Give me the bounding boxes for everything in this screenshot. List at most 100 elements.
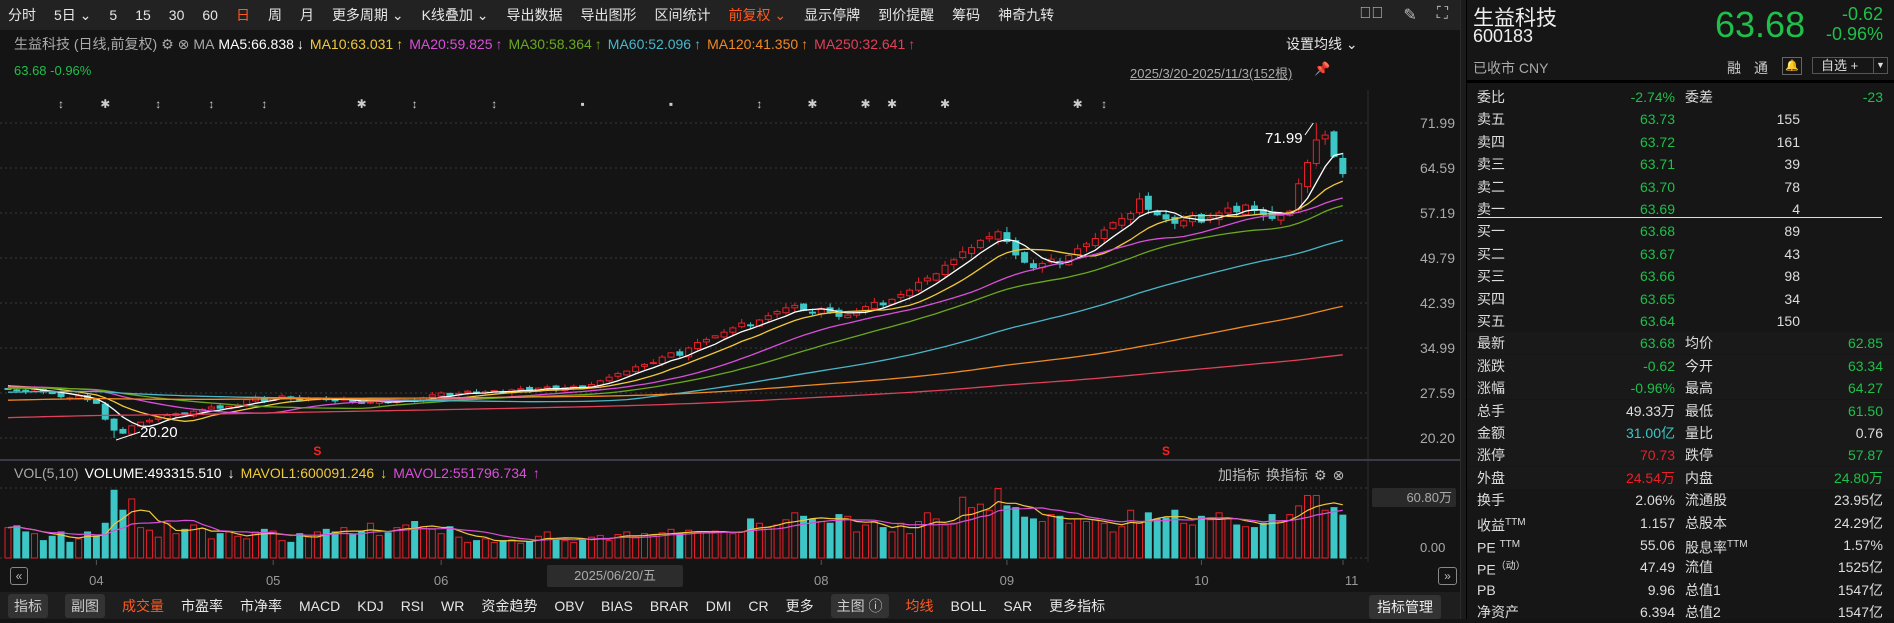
- bid-row[interactable]: 买三 63.66 98: [1467, 265, 1894, 287]
- panel-resize-handle[interactable]: [1460, 0, 1467, 619]
- toolbar-item[interactable]: 15: [135, 7, 151, 23]
- indicator-tab[interactable]: 均线: [906, 596, 934, 616]
- indicator-tab[interactable]: BRAR: [650, 598, 689, 614]
- toolbar-item[interactable]: 区间统计: [655, 5, 711, 25]
- indicator-tab[interactable]: 市净率: [240, 596, 282, 616]
- stat-row: PE（动） 47.49 流值 1525亿: [1467, 556, 1894, 578]
- toolbar-item[interactable]: 显示停牌: [804, 5, 860, 25]
- square-icon[interactable]: ▪: [669, 97, 673, 111]
- add-favorite-button[interactable]: 自选 +: [1812, 57, 1874, 74]
- toolbar-item[interactable]: 60: [202, 7, 218, 23]
- updown-arrow-icon[interactable]: ↕: [412, 97, 418, 111]
- indicator-tab[interactable]: 更多: [786, 596, 814, 616]
- scroll-right-button[interactable]: »: [1438, 567, 1457, 585]
- switch-indicator-button[interactable]: 换指标: [1266, 465, 1308, 485]
- indicator-tab[interactable]: BOLL: [951, 598, 987, 614]
- ask-row[interactable]: 卖三 63.71 39: [1467, 153, 1894, 175]
- brush-icon[interactable]: ✎: [1403, 5, 1416, 25]
- indicator-tab[interactable]: CR: [748, 598, 768, 614]
- updown-arrow-icon[interactable]: ↕: [756, 97, 762, 111]
- star-icon[interactable]: ✱: [940, 97, 950, 111]
- signal-marker[interactable]: S: [1162, 444, 1170, 458]
- volume-bar-down: [216, 533, 224, 559]
- toolbar-item[interactable]: 5: [109, 7, 117, 23]
- volume-bar-down: [800, 515, 808, 559]
- toolbar-item[interactable]: 导出数据: [507, 5, 563, 25]
- add-indicator-button[interactable]: 加指标: [1218, 465, 1260, 485]
- ask-row[interactable]: 卖五 63.73 155: [1467, 108, 1894, 130]
- indicator-tab[interactable]: KDJ: [357, 598, 383, 614]
- indicator-tab[interactable]: BIAS: [601, 598, 633, 614]
- indicator-tab[interactable]: 资金趋势: [481, 596, 537, 616]
- toolbar-item[interactable]: 神奇九转: [998, 5, 1054, 25]
- volume-bar-up: [764, 527, 772, 559]
- star-icon[interactable]: ✱: [1073, 97, 1083, 111]
- indicator-tab[interactable]: SAR: [1003, 598, 1032, 614]
- bid-row[interactable]: 买四 63.65 34: [1467, 288, 1894, 310]
- updown-arrow-icon[interactable]: ↕: [491, 97, 497, 111]
- indicator-tab[interactable]: DMI: [706, 598, 732, 614]
- scroll-left-button[interactable]: «: [10, 567, 28, 585]
- indicator-tab[interactable]: OBV: [554, 598, 584, 614]
- stock-code: 600183: [1473, 26, 1534, 46]
- toolbar-item[interactable]: 5日 ⌄: [54, 5, 91, 25]
- updown-arrow-icon[interactable]: ↕: [1101, 97, 1107, 111]
- bid-row[interactable]: 买一 63.68 89: [1467, 220, 1894, 242]
- toolbar-item[interactable]: 到价提醒: [878, 5, 934, 25]
- bid-row[interactable]: 买二 63.67 43: [1467, 243, 1894, 265]
- circle-chevron-icon[interactable]: ⌄⃝: [1359, 5, 1383, 25]
- indicator-tab[interactable]: 指标: [8, 593, 48, 618]
- toolbar-item[interactable]: 导出图形: [581, 5, 637, 25]
- last-price: 63.68: [1715, 4, 1806, 45]
- indicator-tab[interactable]: 副图: [65, 593, 105, 618]
- close-icon[interactable]: ⊗: [1333, 467, 1345, 484]
- bell-icon[interactable]: 🔔: [1782, 57, 1802, 75]
- updown-arrow-icon[interactable]: ↕: [155, 97, 161, 111]
- volume-bar-down: [446, 526, 454, 559]
- indicator-tab[interactable]: WR: [441, 598, 464, 614]
- indicator-tab[interactable]: 主图 ⓘ: [830, 593, 889, 618]
- toolbar-item[interactable]: K线叠加 ⌄: [422, 5, 489, 25]
- toolbar-item[interactable]: 月: [300, 5, 314, 25]
- volume-bar-up: [145, 529, 153, 559]
- signal-marker[interactable]: S: [313, 444, 321, 458]
- updown-arrow-icon[interactable]: ↕: [58, 97, 64, 111]
- indicator-tab[interactable]: RSI: [401, 598, 424, 614]
- ask-row[interactable]: 卖四 63.72 161: [1467, 131, 1894, 153]
- mavol2-value: MAVOL2:551796.734: [393, 465, 527, 481]
- stat-label: 收益TTM: [1477, 512, 1526, 537]
- toolbar-item[interactable]: 更多周期 ⌄: [332, 5, 404, 25]
- toolbar-item[interactable]: 30: [169, 7, 185, 23]
- connect-badge[interactable]: 通: [1754, 58, 1768, 78]
- ask-row[interactable]: 卖一 63.69 4: [1467, 198, 1894, 220]
- ask-row[interactable]: 卖二 63.70 78: [1467, 176, 1894, 198]
- toolbar-item[interactable]: 日: [236, 5, 250, 25]
- star-icon[interactable]: ✱: [807, 97, 817, 111]
- star-icon[interactable]: ✱: [100, 97, 110, 111]
- gear-icon[interactable]: ⚙: [1314, 467, 1327, 484]
- kline-chart[interactable]: 71.99 64.59 57.19 49.79 42.39 34.99 27.59 20.20…: [0, 30, 1460, 570]
- indicator-tab[interactable]: 市盈率: [181, 596, 223, 616]
- star-icon[interactable]: ✱: [357, 97, 367, 111]
- toolbar-item[interactable]: 分时: [8, 5, 36, 25]
- stat-label: 内盘: [1685, 467, 1713, 489]
- bid-row[interactable]: 买五 63.64 150: [1467, 310, 1894, 332]
- toolbar-item[interactable]: 筹码: [952, 5, 980, 25]
- month-label: 05: [265, 573, 281, 588]
- volume-bar-up: [269, 530, 277, 559]
- square-icon[interactable]: ▪: [580, 97, 584, 111]
- indicator-manage-button[interactable]: 指标管理: [1369, 595, 1441, 619]
- indicator-tab[interactable]: 成交量: [122, 596, 164, 616]
- star-icon[interactable]: ✱: [887, 97, 897, 111]
- star-icon[interactable]: ✱: [860, 97, 870, 111]
- toolbar-item[interactable]: 前复权 ⌄: [729, 5, 787, 25]
- favorite-dropdown-icon[interactable]: ▼: [1873, 57, 1888, 74]
- indicator-tab[interactable]: 更多指标: [1049, 596, 1105, 616]
- indicator-tab[interactable]: MACD: [299, 598, 340, 614]
- candle-up: [614, 373, 622, 377]
- updown-arrow-icon[interactable]: ↕: [261, 97, 267, 111]
- margin-badge[interactable]: 融: [1727, 58, 1741, 78]
- updown-arrow-icon[interactable]: ↕: [208, 97, 214, 111]
- toolbar-item[interactable]: 周: [268, 5, 282, 25]
- fullscreen-icon[interactable]: ⛶: [1437, 5, 1448, 25]
